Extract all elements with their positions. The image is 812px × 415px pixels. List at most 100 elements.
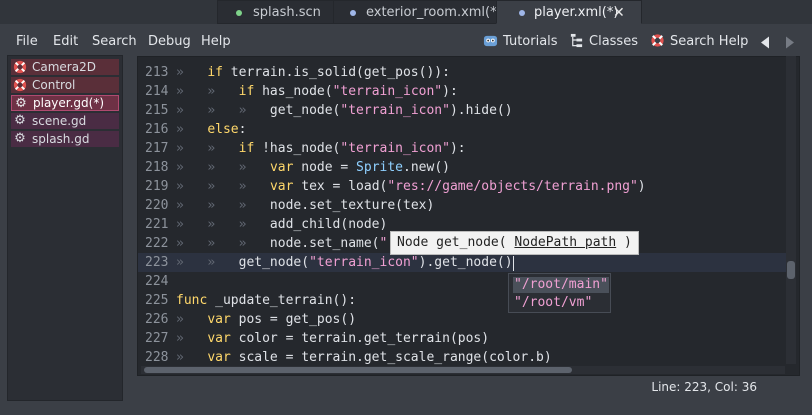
godot-icon (483, 35, 498, 47)
triangle-right-icon[interactable] (785, 36, 795, 49)
sidebar-item-label: scene.gd (32, 114, 87, 128)
code-line[interactable]: 216 » else: (138, 120, 788, 139)
line-number: 215 (145, 103, 169, 118)
line-number: 227 (145, 331, 169, 346)
scrollbar-thumb[interactable] (787, 261, 795, 279)
sidebar-item-player-gd[interactable]: ⚙ player.gd(*) (11, 95, 119, 111)
line-number: 214 (145, 84, 169, 99)
line-number: 216 (145, 122, 169, 137)
code-line[interactable]: 226 » var pos = get_pos() (138, 310, 788, 329)
sidebar-item-label: Control (32, 78, 76, 92)
menu-debug[interactable]: Debug (148, 34, 191, 49)
code-editor[interactable]: 213 » if terrain.is_solid(get_pos()): 214 »… (137, 56, 800, 376)
gear-icon: ⚙ (14, 131, 26, 146)
gear-icon: ⚙ (15, 96, 27, 111)
code-text: » if terrain.is_solid(get_pos()): (176, 65, 450, 80)
sidebar-item-control[interactable]: Control (11, 77, 119, 93)
line-number: 219 (145, 179, 169, 194)
text-cursor (513, 256, 514, 271)
code-text: » » » var node = Sprite.new() (176, 160, 450, 175)
lifebuoy-icon (651, 34, 664, 47)
line-number: 226 (145, 312, 169, 327)
classes-button[interactable]: Classes (569, 33, 638, 51)
line-number: 213 (145, 65, 169, 80)
triangle-left-icon[interactable] (760, 36, 770, 49)
sidebar-item-label: Camera2D (32, 60, 96, 74)
menu-help[interactable]: Help (201, 34, 231, 49)
code-line[interactable]: 227 » var color = terrain.get_terrain(pos… (138, 329, 788, 348)
sidebar-item-label: player.gd(*) (33, 96, 105, 110)
gear-icon: ⚙ (14, 113, 26, 128)
sidebar-item-splash-gd[interactable]: ⚙ splash.gd (11, 131, 119, 147)
completion-item[interactable]: "/root/vm" (513, 295, 593, 311)
code-line[interactable]: 217 » » if !has_node("terrain_icon"): (138, 139, 788, 158)
code-text: » » » var tex = load("res://game/objects… (176, 179, 646, 194)
calltip-name: get_node (436, 235, 499, 250)
menu-file[interactable]: File (16, 34, 38, 49)
search-help-button[interactable]: Search Help (650, 33, 748, 51)
vertical-scrollbar[interactable] (786, 56, 796, 364)
autocomplete-popup: "/root/main" "/root/vm" (508, 273, 611, 313)
lifebuoy-icon (13, 78, 27, 92)
code-line[interactable]: 224 (138, 272, 788, 291)
code-text: » var scale = terrain.get_scale_range(co… (176, 350, 552, 365)
calltip-paren: ( (498, 235, 507, 250)
class-tree-icon (570, 33, 583, 48)
tab-bar: splash.scn exterior_room.xml(*) player.x… (0, 0, 812, 24)
lifebuoy-icon (13, 60, 27, 74)
script-dot-icon (519, 10, 525, 16)
line-number: 220 (145, 198, 169, 213)
calltip-return: Node (397, 235, 429, 250)
tab-label: splash.scn (253, 5, 321, 20)
code-text: » » » node.set_name(" (176, 236, 388, 251)
menu-search[interactable]: Search (92, 34, 137, 49)
classes-label: Classes (589, 34, 638, 49)
code-text: » else: (176, 122, 247, 137)
sidebar-item-scene-gd[interactable]: ⚙ scene.gd (11, 113, 119, 129)
tutorials-label: Tutorials (503, 34, 558, 49)
line-number: 217 (145, 141, 169, 156)
menu-bar: File Edit Search Debug Help Tutorials Cl… (0, 28, 812, 56)
code-line[interactable]: 220 » » » node.set_texture(tex) (138, 196, 788, 215)
tutorials-button[interactable]: Tutorials (483, 33, 558, 51)
code-text: » » » get_node("terrain_icon").hide() (176, 103, 513, 118)
sidebar-item-camera2d[interactable]: Camera2D (11, 59, 119, 75)
sidebar-item-label: splash.gd (32, 132, 90, 146)
code-line[interactable]: 219 » » » var tex = load("res://game/obje… (138, 177, 788, 196)
code-line[interactable]: 225 func _update_terrain(): (138, 291, 788, 310)
code-text: » » if !has_node("terrain_icon"): (176, 141, 466, 156)
horizontal-scrollbar[interactable] (141, 366, 785, 374)
tab-exterior-room[interactable]: exterior_room.xml(*) (333, 0, 502, 24)
tab-splash-scn[interactable]: splash.scn (217, 0, 335, 24)
code-line[interactable]: 213 » if terrain.is_solid(get_pos()): (138, 63, 788, 82)
code-line[interactable]: 223 » » get_node("terrain_icon").get_node… (138, 253, 788, 272)
cursor-position: Line: 223, Col: 36 (651, 380, 757, 394)
code-line[interactable]: 215 » » » get_node("terrain_icon").hide() (138, 101, 788, 120)
code-line[interactable]: 228 » var scale = terrain.get_scale_range… (138, 348, 788, 367)
code-line[interactable]: 218 » » » var node = Sprite.new() (138, 158, 788, 177)
line-number: 218 (145, 160, 169, 175)
line-number: 224 (145, 274, 169, 289)
code-text: » » » node.set_texture(tex) (176, 198, 435, 213)
code-line[interactable]: 214 » » if has_node("terrain_icon"): (138, 82, 788, 101)
calltip-argument: NodePath path (514, 235, 617, 250)
tab-player-xml[interactable]: player.xml(*) ✕ (496, 0, 642, 24)
status-bar: Line: 223, Col: 36 (137, 376, 800, 400)
script-list-panel: Camera2D Control ⚙ player.gd(*) ⚙ scene.… (7, 55, 123, 401)
menu-edit[interactable]: Edit (53, 34, 78, 49)
line-number: 223 (145, 255, 169, 270)
line-number: 225 (145, 293, 169, 308)
scene-dot-icon (236, 10, 242, 16)
function-calltip: Node get_node( NodePath path ) (390, 231, 639, 255)
line-number: 222 (145, 236, 169, 251)
code-text: » var pos = get_pos() (176, 312, 357, 327)
tab-label: exterior_room.xml(*) (366, 5, 502, 20)
code-text: » var color = terrain.get_terrain(pos) (176, 331, 490, 346)
close-icon[interactable]: ✕ (613, 1, 625, 25)
scrollbar-thumb[interactable] (144, 367, 572, 373)
code-text: » » » add_child(node) (176, 217, 388, 232)
code-text: » » get_node("terrain_icon").get_node() (176, 255, 513, 270)
search-help-label: Search Help (670, 34, 749, 49)
completion-item[interactable]: "/root/main" (513, 277, 609, 293)
calltip-paren: ) (624, 235, 632, 250)
